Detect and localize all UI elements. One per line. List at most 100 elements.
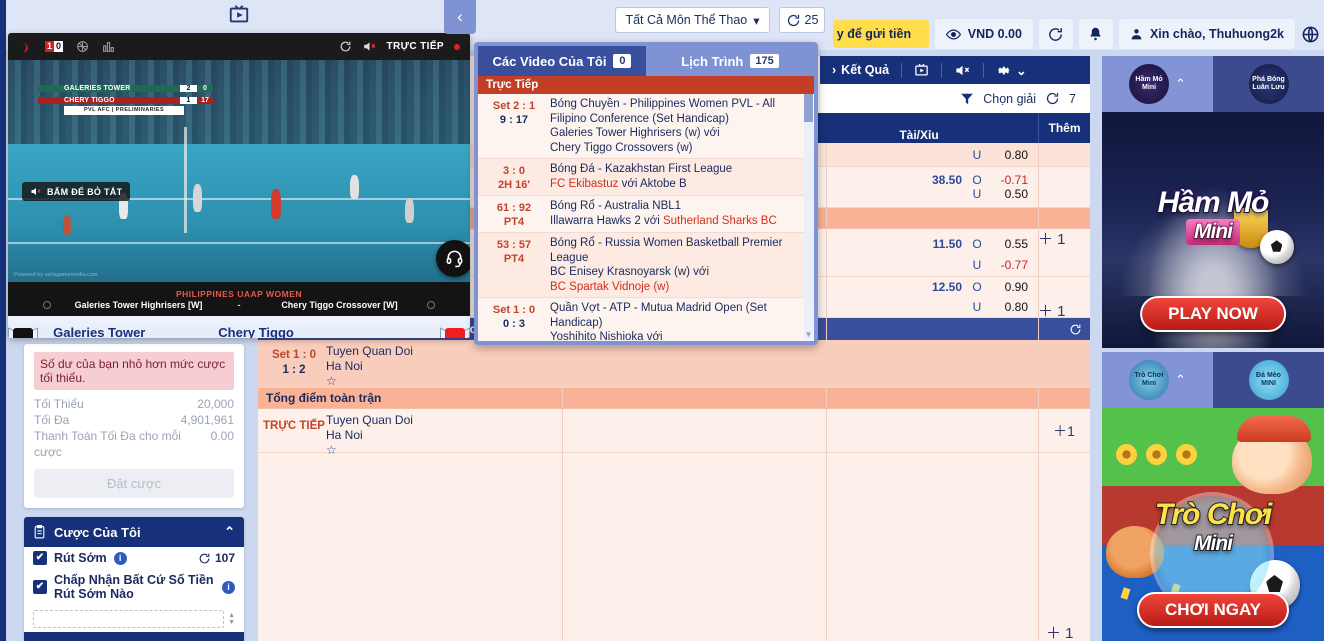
- more-cell[interactable]: [1038, 143, 1090, 166]
- event-line1: Bóng Chuyền - Philippines Women PVL - Al…: [550, 98, 776, 110]
- stepper-arrows-icon[interactable]: ▲ ▼: [228, 612, 235, 626]
- tab-my-videos-badge: 0: [613, 54, 632, 68]
- play-now-button[interactable]: PLAY NOW: [1140, 296, 1286, 332]
- refresh-count: 7: [1069, 91, 1076, 106]
- live-label: TRỰC TIẾP: [386, 41, 444, 52]
- row-label: TRỰC TIẾP Tuyen Quan Doi Ha Noi ☆: [258, 409, 562, 457]
- under-price: -0.77: [1000, 258, 1028, 273]
- home-team-name[interactable]: Galeries Tower Highrisers (w): [53, 325, 195, 338]
- collapse-panel-button[interactable]: ‹: [444, 0, 476, 34]
- option-accept-any[interactable]: ✔ Chấp Nhận Bất Cứ Số Tiền Rút Sớm Nào i: [24, 569, 244, 605]
- favorite-star-icon[interactable]: ☆: [326, 443, 413, 458]
- unmute-button[interactable]: BẤM ĐỂ BỎ TẮT: [22, 182, 131, 201]
- unmute-label: BẤM ĐỂ BỎ TẮT: [47, 186, 123, 197]
- checkbox-checked-icon[interactable]: ✔: [33, 551, 47, 565]
- more-markets-count[interactable]: ＋ 1: [1038, 300, 1066, 321]
- refresh-icon[interactable]: [198, 552, 211, 565]
- place-bet-button[interactable]: Đặt cược: [34, 469, 234, 498]
- refresh-icon[interactable]: [1045, 91, 1060, 106]
- under-marker: U: [972, 258, 982, 273]
- limit-value: 20,000: [197, 397, 234, 411]
- ball-icon[interactable]: [76, 40, 89, 53]
- filter-label[interactable]: Chọn giải: [983, 92, 1036, 106]
- promo-tab-damega[interactable]: Đá Mèo MINI: [1213, 352, 1324, 408]
- totals-cell[interactable]: [800, 409, 1038, 452]
- checkbox-checked-icon[interactable]: ✔: [33, 580, 47, 594]
- totals-cell[interactable]: [800, 340, 1038, 387]
- totals-cell[interactable]: U 0.80: [800, 143, 1038, 166]
- collapse-caret-icon[interactable]: ⌃: [1175, 76, 1186, 92]
- collapse-caret-icon[interactable]: ⌃: [224, 524, 235, 540]
- eye-icon: [945, 28, 961, 41]
- refresh-balance-button[interactable]: [1038, 19, 1073, 49]
- more-markets-count[interactable]: ＋ 1: [1046, 622, 1074, 641]
- table-row[interactable]: Set 1 : 0 1 : 2 Tuyen Quan Doi Ha Noi ☆: [258, 340, 1090, 388]
- more-cell[interactable]: ＋1: [1038, 409, 1090, 452]
- refresh-icon[interactable]: [339, 40, 352, 53]
- promo-trochoi[interactable]: Trò Chơi Mini ⌃ Đá Mèo MINI Trò Chơi Min…: [1102, 352, 1324, 641]
- refresh-counter[interactable]: 25: [779, 7, 825, 33]
- account-chip[interactable]: Xin chào, Thuhuong2k: [1118, 19, 1295, 49]
- totals-cell-line1[interactable]: 38.50 O -0.71: [800, 173, 1038, 187]
- info-icon[interactable]: i: [222, 580, 235, 594]
- promo-tab-trochoi[interactable]: Trò Chơi Mini ⌃: [1102, 352, 1213, 408]
- option-cashout[interactable]: ✔ Rút Sớm i 107: [24, 547, 244, 569]
- more-cell[interactable]: [1038, 167, 1090, 207]
- sport-filter-dropdown[interactable]: Tất Cả Môn Thể Thao ▾: [615, 7, 770, 33]
- events-scrollbar-thumb[interactable]: [804, 94, 813, 122]
- promo-artwork-hammo[interactable]: Hầm Mỏ Mini PLAY NOW: [1102, 112, 1324, 348]
- option-label: Chấp Nhận Bất Cứ Số Tiền Rút Sớm Nào: [54, 573, 214, 601]
- mute-icon[interactable]: [362, 40, 377, 53]
- amount-stepper[interactable]: ▲ ▼: [24, 605, 244, 632]
- amount-input[interactable]: [33, 610, 225, 628]
- promo-tab-hammo[interactable]: Hầm Mỏ Mini ⌃: [1102, 56, 1213, 112]
- totals-cell-line2[interactable]: U 0.50: [800, 187, 1038, 201]
- over-price: -0.71: [1000, 173, 1028, 187]
- event-line1: Bóng Đá - Kazakhstan First League: [550, 163, 733, 175]
- events-scrollbar[interactable]: [804, 94, 813, 339]
- handicap-cell[interactable]: [562, 409, 800, 452]
- nav-settings-button[interactable]: ⌄: [984, 63, 1038, 78]
- promo-artwork-trochoi[interactable]: Trò Chơi Mini CHƠI NGAY: [1102, 408, 1324, 641]
- more-markets-count[interactable]: ＋ 1: [1038, 228, 1066, 249]
- event-line4: BC Spartak Vidnoje (w): [550, 280, 670, 293]
- nav-video-button[interactable]: [902, 63, 941, 78]
- list-item[interactable]: 53 : 57 PT4 Bóng Rổ - Russia Women Baske…: [478, 233, 814, 298]
- list-item[interactable]: 61 : 92 PT4 Bóng Rổ - Australia NBL1 Ill…: [478, 196, 814, 233]
- collapse-caret-icon[interactable]: ⌃: [1175, 372, 1186, 388]
- support-button[interactable]: [436, 240, 470, 277]
- tab-schedule[interactable]: Lịch Trình 175: [646, 46, 814, 76]
- my-bets-header[interactable]: Cược Của Tôi ⌃: [24, 517, 244, 547]
- tab-my-videos[interactable]: Các Video Của Tôi 0: [478, 46, 646, 76]
- nav-mute-button[interactable]: [942, 63, 983, 78]
- list-item[interactable]: Set 2 : 1 9 : 17 Bóng Chuyền - Philippin…: [478, 94, 814, 159]
- events-section-live: Trực Tiếp: [478, 76, 814, 94]
- play-now-button[interactable]: CHƠI NGAY: [1136, 592, 1290, 628]
- column-divider: [1038, 56, 1039, 641]
- more-cell[interactable]: [1038, 340, 1090, 387]
- list-item[interactable]: 3 : 0 2H 16' Bóng Đá - Kazakhstan First …: [478, 159, 814, 196]
- deposit-button[interactable]: y để gửi tiền: [832, 20, 929, 48]
- set-line: Set 1 : 0: [271, 349, 317, 361]
- more-markets-count[interactable]: ＋1: [1053, 421, 1075, 441]
- favorite-star-icon[interactable]: ☆: [326, 374, 413, 389]
- away-team-name[interactable]: Chery Tiggo Crossovers (w): [218, 325, 353, 338]
- balance-chip[interactable]: VND 0.00: [934, 19, 1033, 49]
- globe-icon[interactable]: [1301, 25, 1320, 44]
- scroll-down-icon[interactable]: ▼: [804, 330, 813, 339]
- view-all-button[interactable]: Xem Tất Cả: [24, 632, 244, 641]
- promo-hammo[interactable]: Hầm Mỏ Mini ⌃ Phá Bóng Luân Lưu Hầm Mỏ M…: [1102, 56, 1324, 348]
- table-row[interactable]: TRỰC TIẾP Tuyen Quan Doi Ha Noi ☆ ＋1: [258, 409, 1090, 457]
- nav-results-label: Kết Quả: [841, 63, 890, 77]
- info-icon[interactable]: i: [113, 551, 127, 565]
- stats-icon[interactable]: [102, 40, 115, 53]
- list-item[interactable]: Set 1 : 0 0 : 3 Quần Vợt - ATP - Mutua M…: [478, 298, 814, 341]
- bell-icon[interactable]: [1078, 19, 1113, 49]
- video-stage[interactable]: GALERIES TOWER 2 0 CHERY TIGGO 1 17 PVL …: [8, 60, 470, 282]
- nav-results[interactable]: › Kết Quả: [820, 63, 901, 77]
- handicap-cell[interactable]: [562, 340, 800, 387]
- funnel-icon[interactable]: [960, 92, 974, 106]
- promo-tab-phabong[interactable]: Phá Bóng Luân Lưu: [1213, 56, 1324, 112]
- league-refresh-icon[interactable]: [1069, 323, 1082, 336]
- event-line2: League: [550, 251, 589, 264]
